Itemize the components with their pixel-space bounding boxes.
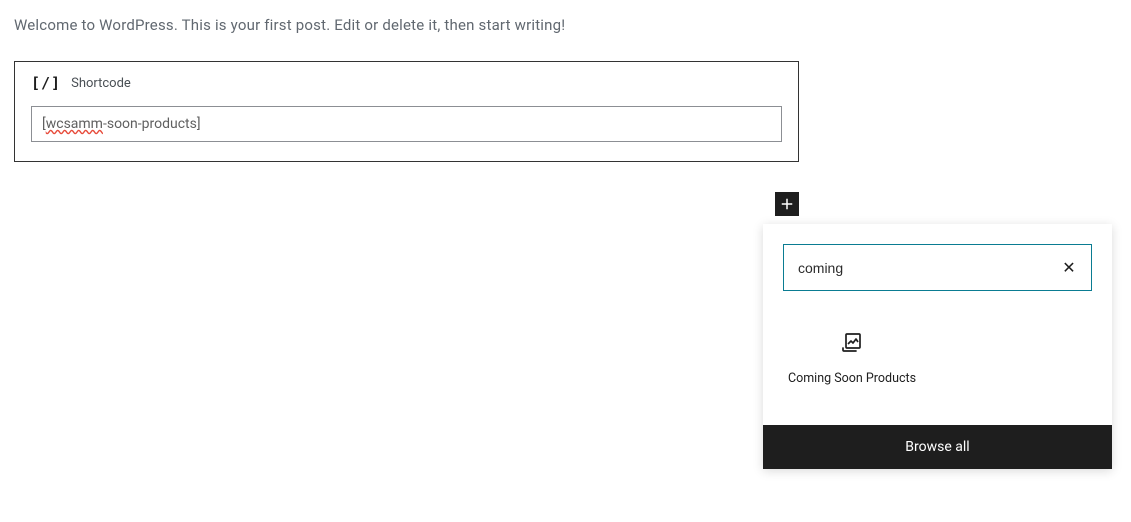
- browse-all-label: Browse all: [905, 439, 969, 455]
- welcome-paragraph[interactable]: Welcome to WordPress. This is your first…: [14, 16, 565, 34]
- gallery-icon: [840, 331, 864, 359]
- close-icon: ✕: [1062, 258, 1075, 277]
- shortcode-icon: [/]: [31, 74, 61, 92]
- shortcode-block[interactable]: [/] Shortcode [wcsamm-soon-products]: [14, 61, 799, 162]
- shortcode-value-suffix: -soon-products]: [103, 116, 201, 132]
- plus-icon: [778, 195, 796, 213]
- shortcode-header: [/] Shortcode: [31, 74, 782, 92]
- clear-search-button[interactable]: ✕: [1055, 254, 1083, 282]
- block-result-label: Coming Soon Products: [788, 371, 916, 387]
- shortcode-value-spellcheck: wcsamm: [46, 116, 103, 132]
- block-inserter-popover: ✕ Coming Soon Products Browse all: [763, 224, 1112, 469]
- add-block-button[interactable]: [775, 192, 799, 216]
- shortcode-input[interactable]: [wcsamm-soon-products]: [31, 106, 782, 142]
- shortcode-label: Shortcode: [71, 76, 131, 91]
- block-search-input[interactable]: [784, 245, 1091, 290]
- search-results: Coming Soon Products: [763, 311, 1112, 425]
- search-wrap: ✕: [763, 224, 1112, 311]
- search-container: ✕: [783, 244, 1092, 291]
- block-result-coming-soon-products[interactable]: Coming Soon Products: [787, 321, 917, 397]
- browse-all-button[interactable]: Browse all: [763, 425, 1112, 469]
